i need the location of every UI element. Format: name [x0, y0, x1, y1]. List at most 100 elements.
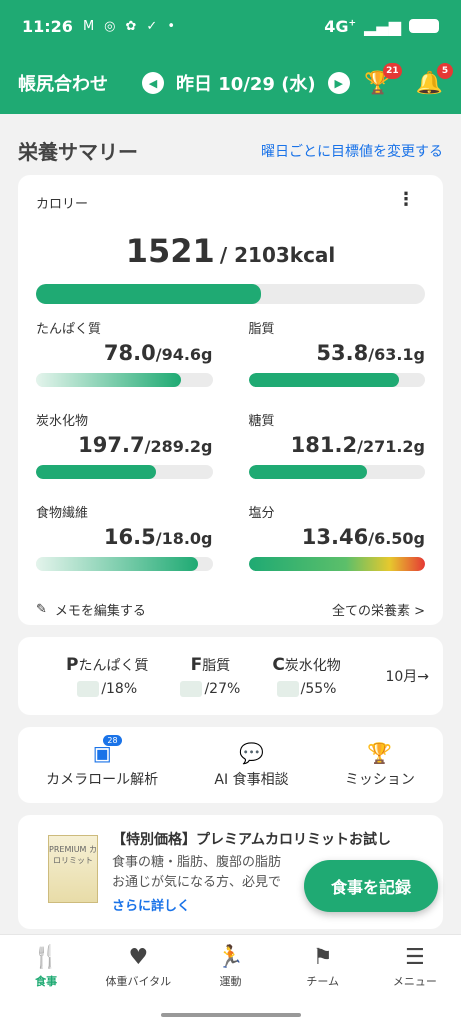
pfc-label: 炭水化物 — [284, 658, 341, 674]
nutrient-value-line: 78.0/94.6g — [36, 341, 213, 365]
nutrient-progress-fill — [36, 373, 181, 387]
nutrient-name: たんぱく質 — [36, 322, 102, 337]
current-date[interactable]: 昨日 10/29 (水) — [176, 70, 316, 96]
date-navigator: ◀ 昨日 10/29 (水) ▶ — [142, 70, 364, 96]
ad-title: 【特別価格】プレミアムカロリミットお試し — [112, 832, 392, 848]
pfc-carb: C炭水化物 /55% — [272, 655, 341, 697]
calorie-label: カロリー — [36, 197, 89, 212]
notification-badge: 5 — [437, 62, 453, 79]
nutrient-target: /289.2g — [144, 437, 213, 456]
check-icon: ✓ — [146, 18, 158, 34]
nutrient-value: 13.46 — [301, 525, 369, 549]
nav-meal[interactable]: 🍴 食事 — [0, 935, 92, 999]
nav-exercise[interactable]: 🏃 運動 — [184, 935, 276, 999]
ai-consult-label: AI 食事相談 — [214, 772, 289, 788]
pfc-protein: Pたんぱく質 /18% — [66, 655, 148, 697]
heart-scale-icon: ♥ — [128, 945, 149, 970]
nutrient-progress-fill — [36, 465, 157, 479]
mission-label: ミッション — [344, 772, 415, 788]
running-icon: 🏃 — [216, 945, 245, 970]
nutrient-progress-bar — [248, 557, 425, 571]
nutrient-name: 脂質 — [248, 322, 275, 337]
gmail-icon: M — [82, 18, 95, 34]
pfc-letter: P — [66, 655, 79, 675]
calorie-progress-bar — [36, 284, 425, 304]
nav-label: 食事 — [35, 975, 58, 988]
nutrient-progress-bar — [36, 373, 213, 387]
signal-icon: ▂▄▆ — [364, 16, 401, 36]
nutrient-target: /63.1g — [368, 345, 425, 364]
app-bar: 帳尻合わせ ◀ 昨日 10/29 (水) ▶ 🏆 21 🔔 5 — [0, 52, 461, 114]
bottom-nav: 🍴 食事 ♥ 体重バイタル 🏃 運動 ⚑ チーム ☰ メニュー — [0, 934, 461, 1024]
nutrient-value: 197.7 — [78, 433, 145, 457]
app-title: 帳尻合わせ — [18, 74, 108, 95]
features-card: ▣ 28 カメラロール解析 💬 AI 食事相談 🏆 ミッション — [18, 727, 443, 803]
network-label: 4G+ — [324, 16, 357, 36]
notification-button[interactable]: 🔔 5 — [416, 62, 453, 96]
trophy-badge: 21 — [383, 62, 402, 79]
nutrient-target: /6.50g — [368, 529, 425, 548]
record-meal-button[interactable]: 食事を記録 — [304, 860, 438, 912]
header-area: 11:26 M ◎ ✿ ✓ • 4G+ ▂▄▆ 帳尻合わせ ◀ 昨日 10/29… — [0, 0, 461, 114]
nutrient-item: 塩分 13.46/6.50g — [248, 502, 425, 594]
prev-day-button[interactable]: ◀ — [142, 72, 164, 94]
pfc-percent: /27% — [204, 681, 241, 697]
summary-footer: ✎ メモを編集する 全ての栄養素 > — [36, 600, 425, 619]
nutrient-item: たんぱく質 78.0/94.6g — [36, 318, 213, 410]
nutrient-progress-fill — [248, 465, 367, 479]
fan-icon: ✿ — [125, 18, 137, 34]
nav-menu[interactable]: ☰ メニュー — [369, 935, 461, 999]
nutrient-item: 炭水化物 197.7/289.2g — [36, 410, 213, 502]
chat-bubbles-icon: 💬 — [239, 741, 264, 765]
nutrient-target: /94.6g — [155, 345, 213, 364]
pfc-percent: /18% — [101, 681, 138, 697]
nutrient-value: 16.5 — [103, 525, 156, 549]
nutrient-value-line: 13.46/6.50g — [249, 525, 425, 549]
nutrient-name: 食物繊維 — [36, 506, 89, 521]
pfc-letter: F — [190, 655, 203, 675]
nutrient-progress-fill — [248, 557, 425, 571]
nutrient-name: 糖質 — [248, 414, 275, 429]
nutrient-value-line: 53.8/63.1g — [249, 341, 425, 365]
dot-icon: • — [167, 18, 175, 34]
nutrient-name: 塩分 — [248, 506, 275, 521]
all-nutrients-link[interactable]: 全ての栄養素 > — [332, 600, 425, 619]
trophy-button[interactable]: 🏆 21 — [364, 62, 402, 96]
calorie-value-line: 1521 / 2103kcal — [36, 232, 425, 270]
nav-weight-vital[interactable]: ♥ 体重バイタル — [92, 935, 184, 999]
more-options-icon[interactable]: ⋮ — [397, 189, 415, 210]
nutrient-value-line: 16.5/18.0g — [36, 525, 213, 549]
summary-header: 栄養サマリー 曜日ごとに目標値を変更する — [0, 114, 461, 175]
pfc-percent: /55% — [300, 681, 337, 697]
summary-title: 栄養サマリー — [18, 140, 138, 164]
nutrient-progress-bar — [36, 465, 213, 479]
nutrient-progress-bar — [248, 373, 425, 387]
nutrition-summary-card: カロリー ⋮ 1521 / 2103kcal たんぱく質 78.0/94.6g 脂質… — [18, 175, 443, 625]
camera-roll-button[interactable]: ▣ 28 カメラロール解析 — [46, 735, 158, 789]
camera-roll-badge: 28 — [103, 735, 122, 746]
nutrient-value-line: 197.7/289.2g — [36, 433, 213, 457]
ai-consult-button[interactable]: 💬 AI 食事相談 — [214, 741, 288, 789]
product-image: PREMIUM カロリミット — [48, 835, 98, 903]
flag-icon: ⚑ — [312, 945, 333, 970]
nutrient-item: 食物繊維 16.5/18.0g — [36, 502, 213, 594]
nutrient-target: /18.0g — [155, 529, 213, 548]
nav-label: 運動 — [219, 975, 242, 988]
mission-button[interactable]: 🏆 ミッション — [345, 741, 415, 789]
fork-knife-icon: 🍴 — [32, 945, 60, 970]
nav-label: 体重バイタル — [105, 975, 172, 988]
camera-roll-icon: ▣ 28 — [93, 735, 122, 769]
pfc-balance-card[interactable]: Pたんぱく質 /18% F脂質 /27% C炭水化物 /55% 10月→ — [18, 637, 443, 715]
instagram-icon: ◎ — [104, 18, 116, 34]
next-day-button[interactable]: ▶ — [327, 72, 350, 94]
month-link[interactable]: 10月→ — [385, 666, 429, 686]
calorie-target: / 2103kcal — [219, 243, 336, 267]
change-targets-link[interactable]: 曜日ごとに目標値を変更する — [261, 141, 443, 161]
edit-memo-button[interactable]: ✎ メモを編集する — [36, 600, 146, 619]
nav-team[interactable]: ⚑ チーム — [277, 935, 369, 999]
home-indicator — [160, 1013, 301, 1017]
nutrient-progress-bar — [36, 557, 213, 571]
nav-label: メニュー — [392, 975, 437, 988]
nutrient-target: /271.2g — [357, 437, 425, 456]
nutrient-value: 181.2 — [290, 433, 358, 457]
